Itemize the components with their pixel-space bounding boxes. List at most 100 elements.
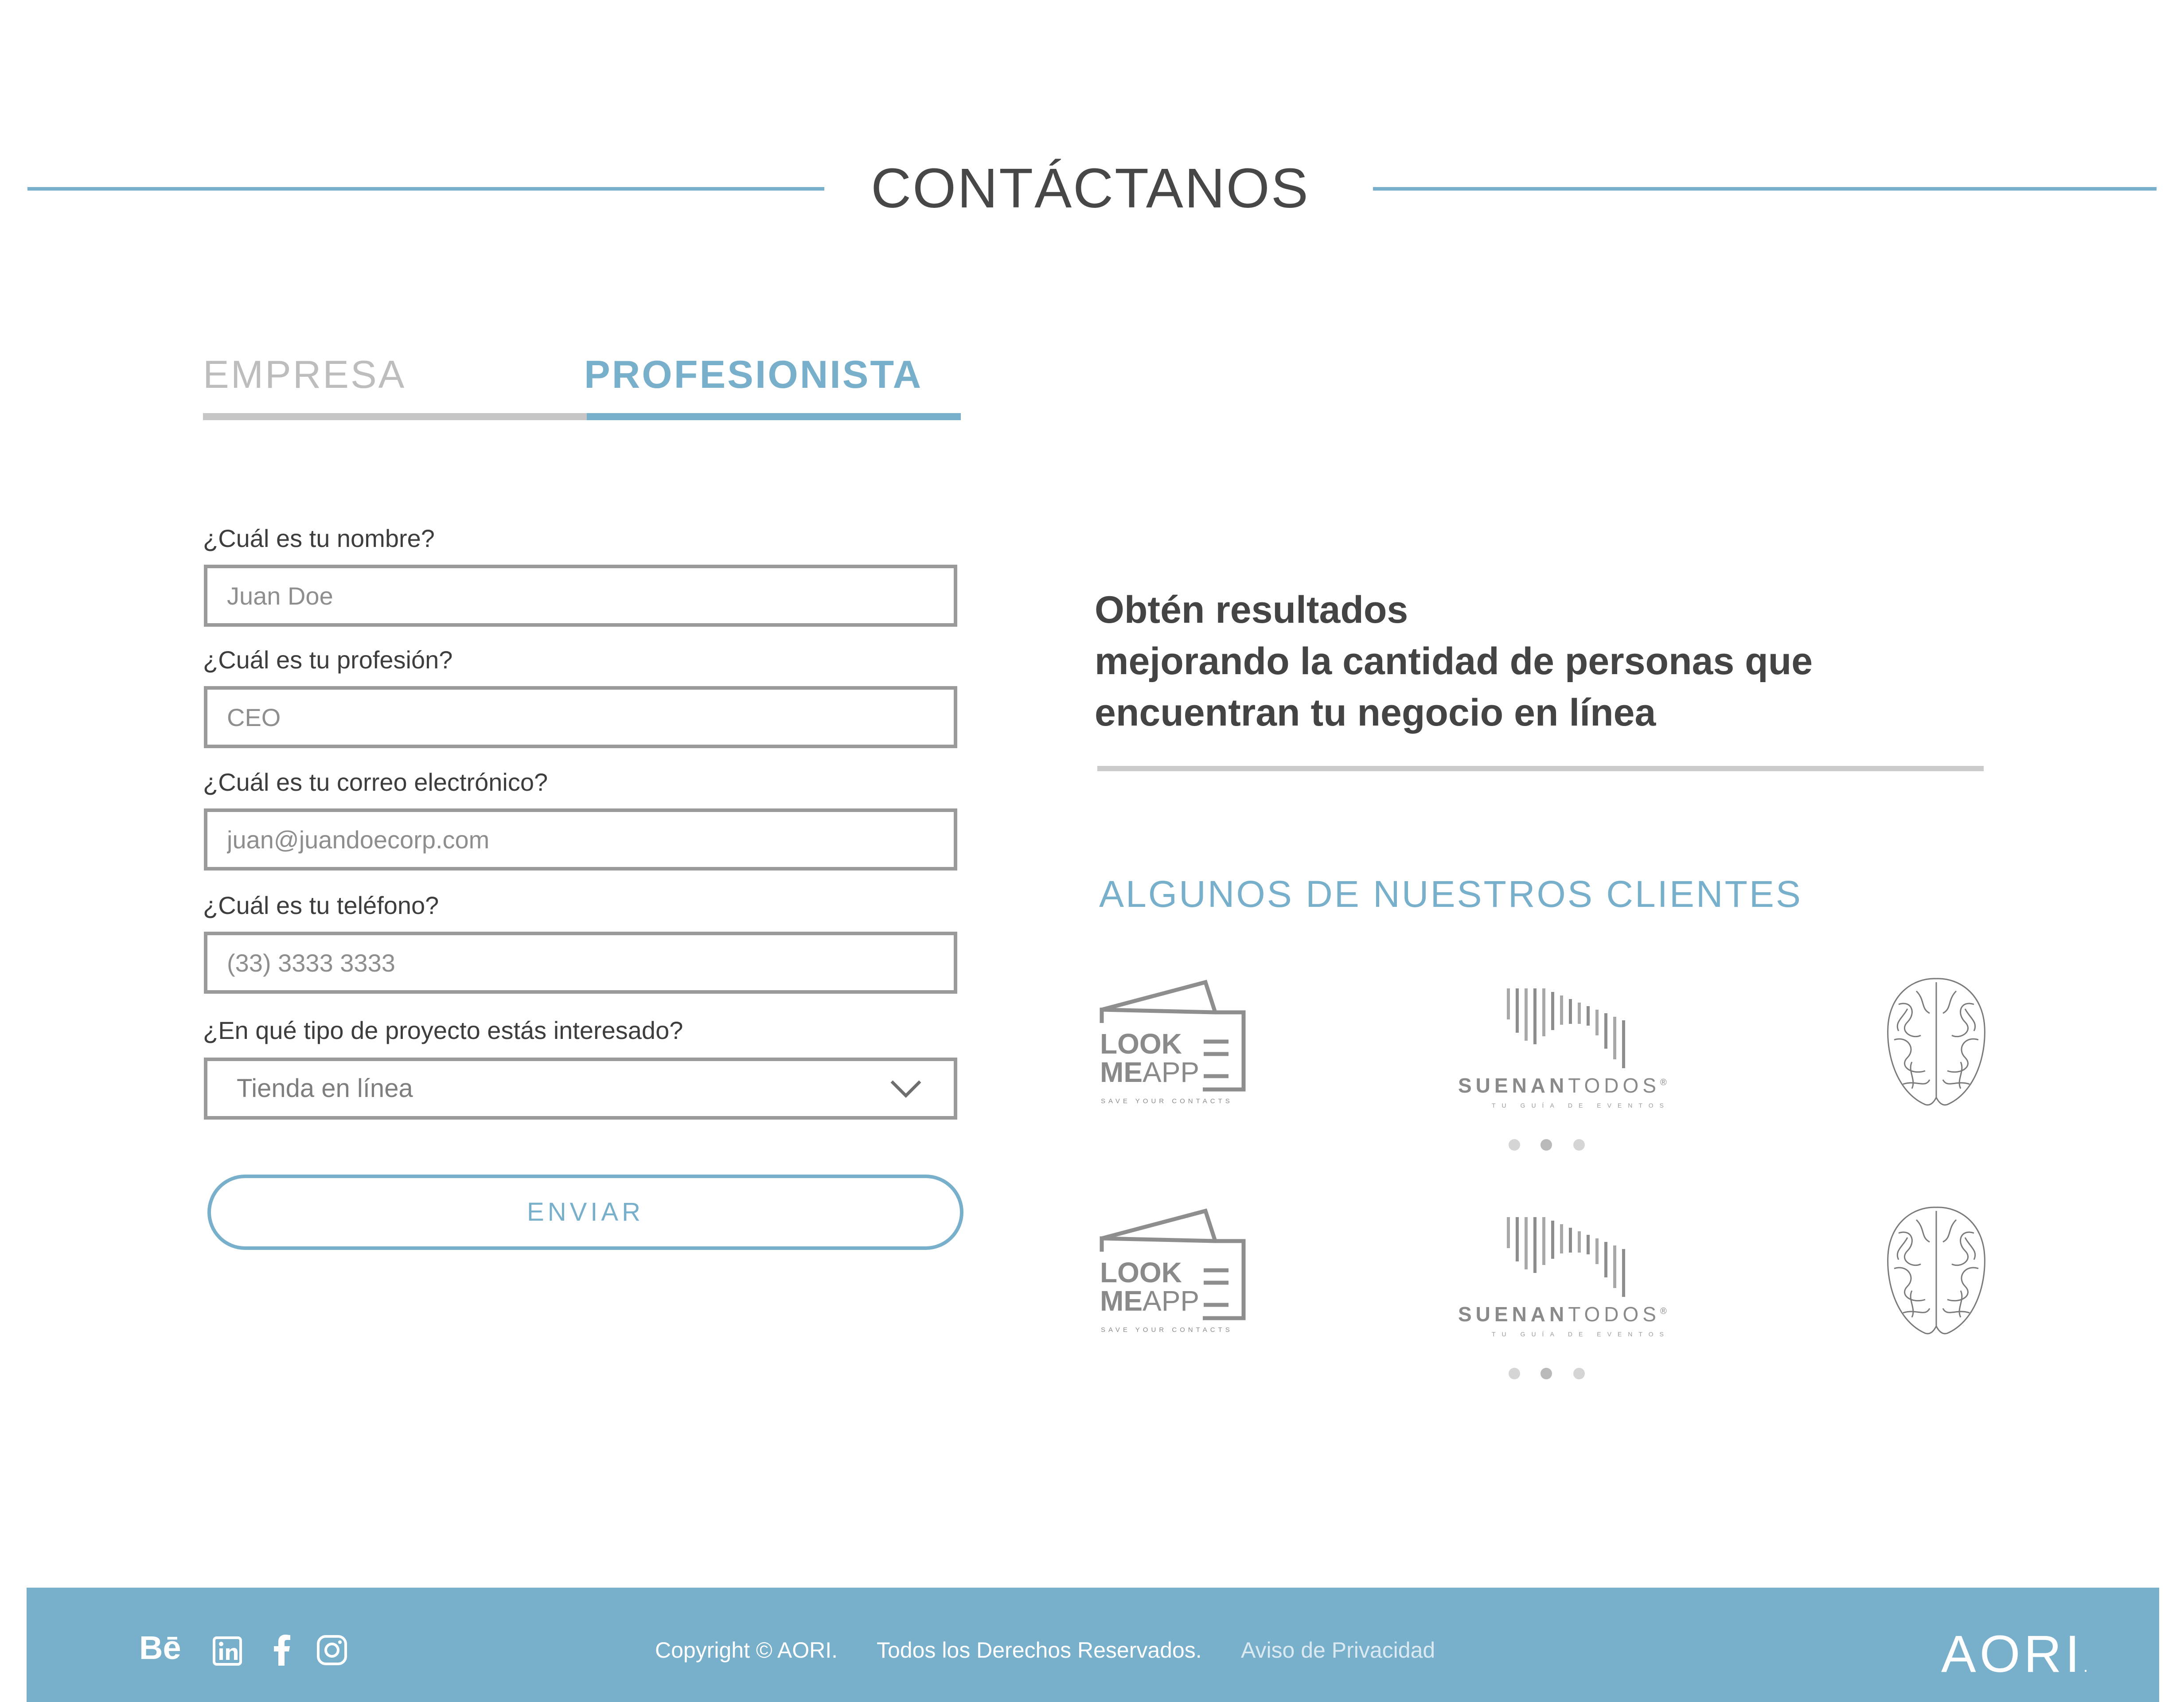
lookmeapp-line2: MEAPP [1100,1285,1199,1316]
privacy-link[interactable]: Aviso de Privacidad [1241,1635,1435,1666]
carousel-dot[interactable] [1509,1368,1520,1379]
lookmeapp-me: ME [1100,1056,1143,1088]
suenantodos-name: SUENANTODOS® [1458,1302,1671,1326]
carousel-dots-row-1 [1509,1139,1585,1151]
suenantodos-tagline: TU GUÍA DE EVENTOS [1492,1331,1670,1338]
suenantodos-bold: SUENAN [1458,1074,1568,1097]
suenantodos-mark: ® [1660,1306,1671,1316]
project-type-value: Tienda en línea [237,1074,413,1103]
linkedin-icon[interactable] [213,1636,242,1666]
wave-bar [1542,1217,1545,1265]
wave-bar [1560,1224,1563,1253]
profession-label: ¿Cuál es tu profesión? [203,646,453,674]
brain-outline [1887,1206,1985,1335]
suenantodos-wave-graphic [1507,1217,1625,1299]
phone-label: ¿Cuál es tu teléfono? [203,891,439,919]
profession-input[interactable] [204,686,957,748]
instagram-icon[interactable] [316,1635,347,1666]
headline-divider [1097,766,1984,771]
wave-bar [1587,1006,1590,1026]
lookmeapp-line1: LOOK [1100,1028,1182,1060]
name-label: ¿Cuál es tu nombre? [203,524,435,552]
project-type-select[interactable]: Tienda en línea [204,1058,957,1120]
wave-bar [1551,1221,1554,1259]
client-logo-suenantodos: SUENANTODOS® TU GUÍA DE EVENTOS [1458,1208,1680,1338]
lookmeapp-tagline: SAVE YOUR CONTACTS [1101,1097,1233,1105]
wave-bar [1604,1013,1607,1049]
wave-bar [1613,1245,1616,1288]
header-divider-right [1373,187,2157,191]
brain-icon [1887,978,1985,1106]
phone-input[interactable] [204,932,957,994]
chevron-down-icon [890,1080,921,1098]
wave-bar [1516,988,1519,1033]
wave-bar [1613,1017,1616,1059]
headline-line-1: Obtén resultados [1095,589,1408,631]
lookmeapp-line2: MEAPP [1100,1057,1199,1088]
behance-icon[interactable]: Bē [139,1630,181,1666]
wave-bar [1587,1235,1590,1254]
footer-brand-text: AORI [1941,1625,2083,1683]
wave-bar [1507,988,1510,1019]
wave-bar [1622,1020,1625,1070]
suenantodos-name: SUENANTODOS® [1458,1074,1671,1097]
client-logo-brain [1881,973,1992,1113]
carousel-dot-active[interactable] [1540,1368,1552,1379]
lookmeapp-line1: LOOK [1100,1257,1182,1288]
wave-bar [1551,992,1554,1030]
suenantodos-bold: SUENAN [1458,1303,1568,1326]
submit-button[interactable]: ENVIAR [207,1175,963,1250]
tab-empresa[interactable]: EMPRESA [203,350,406,399]
suenantodos-wave-graphic [1507,988,1625,1070]
lookmeapp-tagline: SAVE YOUR CONTACTS [1101,1326,1233,1334]
copyright-text: Copyright © AORI. [655,1638,838,1663]
page-title: CONTÁCTANOS [871,157,1310,219]
wave-bar [1507,1217,1510,1248]
rights-text: Todos los Derechos Reservados. [877,1638,1202,1663]
client-logo-brain [1881,1202,1992,1342]
wave-bar [1595,1238,1599,1264]
wave-bar [1604,1242,1607,1277]
tab-underline-profesionista [587,413,961,420]
footer-brand-mark: . [2083,1656,2092,1676]
carousel-dot[interactable] [1573,1368,1585,1379]
suenantodos-light: TODOS [1568,1303,1660,1326]
wave-bar [1542,988,1545,1036]
wave-bar [1595,1010,1599,1035]
email-input[interactable] [204,808,957,871]
tab-underline-empresa [203,413,587,420]
brain-outline [1887,978,1985,1106]
carousel-dot[interactable] [1573,1139,1585,1151]
email-label: ¿Cuál es tu correo electrónico? [203,768,548,796]
tab-profesionista[interactable]: PROFESIONISTA [584,350,923,399]
header-divider-left [27,187,824,191]
clients-title: ALGUNOS DE NUESTROS CLIENTES [1099,873,1802,915]
project-type-label: ¿En qué tipo de proyecto estás interesad… [203,1016,683,1044]
carousel-dot[interactable] [1509,1139,1520,1151]
footer-brand-logo[interactable]: AORI. [1941,1623,2092,1697]
facebook-icon[interactable] [273,1634,291,1666]
brain-icon [1887,1206,1985,1335]
suenantodos-light: TODOS [1568,1074,1660,1097]
footer: Bē Copyright © AORI. Todos los Derechos … [27,1588,2159,1702]
wave-bar [1525,988,1528,1041]
headline-line-3: encuentran tu negocio en línea [1095,691,1656,734]
suenantodos-mark: ® [1660,1077,1671,1088]
lookmeapp-me: ME [1100,1285,1143,1317]
wave-bar [1569,999,1572,1024]
client-logo-lookmeapp: LOOK MEAPP SAVE YOUR CONTACTS [1099,1207,1250,1343]
client-logo-suenantodos: SUENANTODOS® TU GUÍA DE EVENTOS [1458,980,1680,1109]
wave-bar [1533,1217,1537,1273]
wave-bar [1622,1249,1625,1299]
wave-bar [1525,1217,1528,1269]
suenantodos-tagline: TU GUÍA DE EVENTOS [1492,1102,1670,1109]
client-logo-lookmeapp: LOOK MEAPP SAVE YOUR CONTACTS [1099,979,1250,1114]
carousel-dot-active[interactable] [1540,1139,1552,1151]
wave-bar [1569,1228,1572,1253]
name-input[interactable] [204,565,957,627]
carousel-dots-row-2 [1509,1368,1585,1379]
wave-bar [1516,1217,1519,1261]
wave-bar [1533,988,1537,1044]
headline: Obtén resultados mejorando la cantidad d… [1095,584,1937,738]
lookmeapp-app: APP [1143,1285,1200,1317]
